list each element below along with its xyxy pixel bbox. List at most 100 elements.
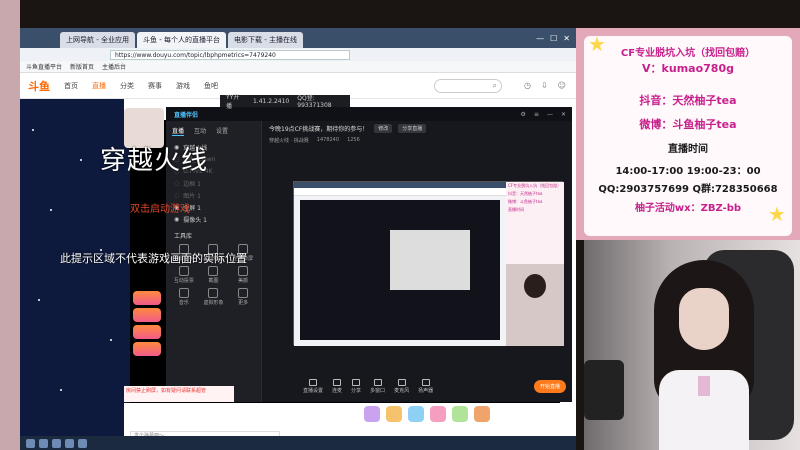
bottom-label: 连麦 bbox=[332, 388, 343, 394]
preview-overlay-text: 抖音：天然柚子tea bbox=[508, 191, 543, 196]
bookmark-item[interactable]: 主播后台 bbox=[102, 62, 126, 71]
search-input[interactable]: ⌕ bbox=[433, 78, 502, 93]
sidebar-tabs: 直播 互动 设置 bbox=[166, 121, 261, 141]
eye-icon[interactable]: ◉ bbox=[174, 216, 179, 223]
bookmark-item[interactable]: 新版首页 bbox=[70, 62, 94, 71]
taskbar-app-icon[interactable] bbox=[39, 438, 48, 448]
link-icon bbox=[333, 379, 342, 386]
co-stream-button[interactable]: 连麦 bbox=[332, 379, 342, 394]
gift-badge[interactable] bbox=[133, 325, 161, 339]
stream-preview[interactable]: CF专业脱坑入坑（找回包赔） 抖音：天然柚子tea 微博：斗鱼柚子tea 直播时… bbox=[293, 181, 564, 346]
eye-icon[interactable]: ◌ bbox=[174, 180, 179, 187]
overlay-weibo: 微博：斗鱼柚子tea bbox=[639, 118, 737, 131]
maximize-icon[interactable]: ☐ bbox=[550, 34, 557, 43]
share-bottom-button[interactable]: 分享 bbox=[351, 379, 361, 394]
speaker-button[interactable]: 扬声器 bbox=[418, 379, 433, 394]
menu-icon[interactable]: ≡ bbox=[534, 111, 539, 118]
tool-icon bbox=[208, 288, 219, 298]
mic-icon bbox=[397, 379, 406, 386]
overlay-schedule: 14:00-17:00 19:00-23：00 bbox=[615, 166, 761, 177]
preview-overlay-text: 微博：斗鱼柚子tea bbox=[508, 199, 543, 204]
start-game-hint: 双击启动游戏 bbox=[130, 204, 190, 215]
minimize-icon[interactable]: — bbox=[536, 34, 544, 43]
bookmarks-bar: 斗鱼直播平台 新版首页 主播后台 bbox=[20, 61, 576, 73]
preview-camera bbox=[506, 264, 564, 346]
tab-interact[interactable]: 互动 bbox=[194, 126, 206, 136]
assistant-controls: ⚙ ≡ — ✕ bbox=[521, 111, 566, 118]
viewer-count: 1256 bbox=[347, 137, 360, 143]
gift-icon[interactable] bbox=[408, 406, 424, 422]
microphone-button[interactable]: 麦克风 bbox=[394, 379, 409, 394]
user-icon[interactable]: ☺ bbox=[558, 81, 566, 90]
browser-tab-active[interactable]: 斗鱼 - 每个人的直播平台 bbox=[136, 32, 226, 48]
stream-category: 穿越火线 · 挑战赛 bbox=[269, 137, 309, 144]
history-icon[interactable]: ◷ bbox=[524, 81, 531, 90]
nav-fishbar[interactable]: 鱼吧 bbox=[204, 81, 218, 91]
star-icon: ★ bbox=[768, 202, 786, 226]
url-input[interactable]: https://www.douyu.com/topic/lbphpmetrics… bbox=[110, 49, 350, 60]
close-icon[interactable]: ✕ bbox=[563, 34, 570, 43]
settings-icon[interactable]: ⚙ bbox=[521, 111, 526, 118]
tool-item[interactable]: 音乐 bbox=[170, 288, 198, 306]
edit-topic-button[interactable]: 修改 bbox=[374, 123, 393, 133]
start-icon[interactable] bbox=[26, 438, 35, 448]
nav-category[interactable]: 分类 bbox=[120, 81, 134, 91]
gift-badge[interactable] bbox=[133, 342, 161, 356]
browser-tab[interactable]: 电影下载 - 主播在线 bbox=[227, 32, 303, 48]
share-icon bbox=[352, 379, 361, 386]
face-placeholder bbox=[679, 288, 729, 350]
taskbar-app-icon[interactable] bbox=[52, 438, 61, 448]
browser-titlebar: 上网导航 - 全业应用 斗鱼 - 每个人的直播平台 电影下载 - 主播在线 — … bbox=[20, 28, 576, 48]
address-bar: https://www.douyu.com/topic/lbphpmetrics… bbox=[20, 48, 576, 61]
gift-icon[interactable] bbox=[364, 406, 380, 422]
tool-item[interactable]: 美颜 bbox=[229, 266, 257, 284]
start-live-button[interactable]: 开始直播 bbox=[533, 380, 566, 393]
site-logo[interactable]: 斗鱼 bbox=[28, 78, 50, 94]
preview-overlay-text: 直播时间 bbox=[508, 207, 524, 212]
multi-window-button[interactable]: 多窗口 bbox=[370, 379, 385, 394]
tab-live[interactable]: 直播 bbox=[172, 126, 185, 136]
overlay-schedule-title: 直播时间 bbox=[668, 144, 708, 155]
tool-icon bbox=[238, 288, 249, 298]
browser-tab[interactable]: 上网导航 - 全业应用 bbox=[60, 32, 135, 48]
game-title-overlay: 穿越火线 bbox=[100, 146, 209, 176]
stream-info: 穿越火线 · 挑战赛 1478240 1256 bbox=[263, 135, 572, 145]
yy-version: 1.41.2.2410 bbox=[252, 97, 290, 105]
close-icon[interactable]: ✕ bbox=[561, 111, 566, 118]
minimize-icon[interactable]: — bbox=[547, 111, 553, 118]
tab-settings[interactable]: 设置 bbox=[216, 126, 228, 136]
tool-icon bbox=[208, 266, 219, 276]
taskbar-app-icon[interactable] bbox=[78, 438, 87, 448]
share-button[interactable]: 分享直播 bbox=[398, 123, 427, 133]
source-item[interactable]: ◌ 边框 1 bbox=[166, 177, 261, 189]
download-icon[interactable]: ⇩ bbox=[541, 81, 548, 90]
monitor-icon bbox=[309, 379, 317, 386]
gift-badge[interactable] bbox=[133, 291, 161, 305]
nav-events[interactable]: 赛事 bbox=[148, 81, 162, 91]
desk-equipment bbox=[584, 360, 624, 420]
tool-item[interactable]: 更多 bbox=[229, 288, 257, 306]
taskbar-app-icon[interactable] bbox=[65, 438, 74, 448]
taskbar bbox=[20, 436, 576, 450]
yy-titlebar: YY开播 1.41.2.2410 QQ登: 993371308 bbox=[220, 94, 350, 110]
gift-icon[interactable] bbox=[474, 406, 490, 422]
nav-live[interactable]: 直播 bbox=[92, 81, 106, 91]
preview-webpage bbox=[294, 182, 506, 346]
eye-icon[interactable]: ◌ bbox=[174, 192, 179, 199]
tool-item[interactable]: 虚拟形象 bbox=[200, 288, 228, 306]
tool-item[interactable]: 截图 bbox=[200, 266, 228, 284]
tool-icon bbox=[178, 266, 189, 276]
gift-badge[interactable] bbox=[133, 308, 161, 322]
gift-icon[interactable] bbox=[430, 406, 446, 422]
tool-item[interactable]: 互动投票 bbox=[170, 266, 198, 284]
nav-home[interactable]: 首页 bbox=[64, 81, 78, 91]
desktop-screen: 上网导航 - 全业应用 斗鱼 - 每个人的直播平台 电影下载 - 主播在线 — … bbox=[20, 28, 576, 450]
nav-games[interactable]: 游戏 bbox=[176, 81, 190, 91]
star-icon: ★ bbox=[588, 36, 606, 56]
gift-icon[interactable] bbox=[386, 406, 402, 422]
bookmark-item[interactable]: 斗鱼直播平台 bbox=[26, 62, 62, 71]
live-settings-button[interactable]: 直播设置 bbox=[303, 379, 323, 394]
overlay-activity: 柚子活动wx：ZBZ-bb bbox=[634, 203, 742, 214]
gift-icon[interactable] bbox=[452, 406, 468, 422]
nav-icons: ◷ ⇩ ☺ bbox=[524, 81, 566, 90]
